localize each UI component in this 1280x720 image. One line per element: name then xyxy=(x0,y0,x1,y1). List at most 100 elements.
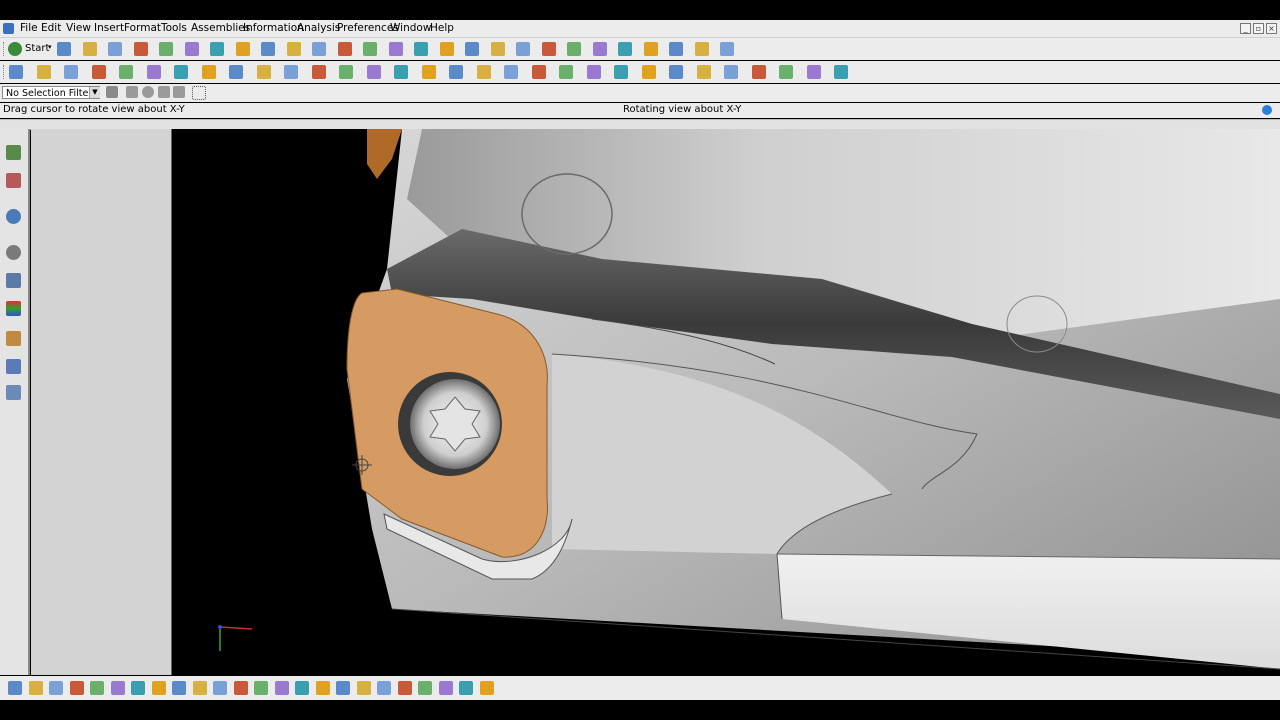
snap-icon[interactable] xyxy=(151,681,166,695)
center-icon[interactable] xyxy=(274,681,289,695)
select-all-icon[interactable] xyxy=(192,86,206,100)
feature-icon[interactable] xyxy=(146,65,161,79)
type-filter-icon[interactable] xyxy=(106,86,118,98)
revolve-icon[interactable] xyxy=(91,65,106,79)
snap2-icon[interactable] xyxy=(172,681,186,695)
redo-icon[interactable] xyxy=(235,42,250,56)
cone-icon[interactable] xyxy=(229,65,243,79)
menu-information[interactable]: Information xyxy=(243,22,304,34)
menu-analysis[interactable]: Analysis xyxy=(297,22,340,34)
process-studio-icon[interactable] xyxy=(6,385,21,400)
folder-icon[interactable] xyxy=(28,681,43,695)
menu-file[interactable]: File xyxy=(20,22,38,34)
measure-icon[interactable] xyxy=(694,42,709,56)
block-icon[interactable] xyxy=(174,65,188,79)
cut-icon[interactable] xyxy=(133,42,148,56)
menu-assemblies[interactable]: Assemblies xyxy=(191,22,250,34)
zoom-box-icon[interactable] xyxy=(337,42,352,56)
sketch-icon[interactable] xyxy=(49,681,63,695)
menu-tools[interactable]: Tools xyxy=(161,22,187,34)
save-icon[interactable] xyxy=(108,42,122,56)
graphics-viewport[interactable] xyxy=(172,129,1280,675)
filter-icon[interactable] xyxy=(158,86,170,98)
menu-insert[interactable]: Insert xyxy=(94,22,124,34)
chevron-down-icon[interactable]: ▾ xyxy=(48,43,52,51)
layer-icon[interactable] xyxy=(110,681,125,695)
line-icon[interactable] xyxy=(421,65,436,79)
tangent-icon[interactable] xyxy=(377,681,391,695)
cylinder-icon[interactable] xyxy=(201,65,216,79)
sphere-icon[interactable] xyxy=(256,65,271,79)
menu-edit[interactable]: Edit xyxy=(41,22,61,34)
arc-icon[interactable] xyxy=(449,65,463,79)
extrude-icon[interactable] xyxy=(64,65,78,79)
existing-icon[interactable] xyxy=(459,681,473,695)
arc-icon[interactable] xyxy=(356,681,371,695)
mid-icon[interactable] xyxy=(213,681,227,695)
pocket-icon[interactable] xyxy=(339,65,353,79)
undo-icon[interactable] xyxy=(126,86,138,98)
menu-window[interactable]: Window xyxy=(390,22,431,34)
point-icon[interactable] xyxy=(131,681,145,695)
camera-icon[interactable] xyxy=(541,42,556,56)
constraint-navigator-icon[interactable] xyxy=(6,173,21,188)
face-icon[interactable] xyxy=(438,681,453,695)
palette-icon[interactable] xyxy=(6,301,21,316)
menu-help[interactable]: Help xyxy=(430,22,454,34)
shell-icon[interactable] xyxy=(724,65,738,79)
history-icon[interactable] xyxy=(6,245,21,260)
snap2-icon[interactable] xyxy=(643,42,658,56)
close-icon[interactable]: × xyxy=(1266,23,1277,34)
quadrant-icon[interactable] xyxy=(295,681,309,695)
system-materials-icon[interactable] xyxy=(6,273,21,288)
on-curve-icon[interactable] xyxy=(315,681,330,695)
snap-icon[interactable] xyxy=(618,42,632,56)
pole-icon[interactable] xyxy=(397,681,412,695)
select-icon[interactable] xyxy=(261,42,275,56)
render-style-icon[interactable] xyxy=(465,42,479,56)
boss-icon[interactable] xyxy=(284,65,298,79)
datum-icon[interactable] xyxy=(36,65,51,79)
paste-icon[interactable] xyxy=(184,42,199,56)
pan-icon[interactable] xyxy=(414,42,428,56)
trim-body-icon[interactable] xyxy=(641,65,656,79)
open-folder-icon[interactable] xyxy=(82,42,97,56)
surface-icon[interactable] xyxy=(559,65,573,79)
menu-view[interactable]: View xyxy=(66,22,91,34)
pad-icon[interactable] xyxy=(311,65,326,79)
snap3-icon[interactable] xyxy=(192,681,207,695)
minimize-icon[interactable]: _ xyxy=(1240,23,1251,34)
zoom-icon[interactable] xyxy=(363,42,377,56)
web-browser-icon[interactable] xyxy=(6,209,21,224)
layer-icon[interactable] xyxy=(142,86,154,98)
fit-icon[interactable] xyxy=(312,42,326,56)
reset-icon[interactable] xyxy=(173,86,185,98)
sew-icon[interactable] xyxy=(586,65,601,79)
curve-icon[interactable] xyxy=(476,65,491,79)
cube-view-icon[interactable] xyxy=(516,42,530,56)
refresh-icon[interactable] xyxy=(286,42,301,56)
groove-icon[interactable] xyxy=(394,65,408,79)
roles-icon[interactable] xyxy=(6,331,21,346)
start-icon[interactable] xyxy=(8,42,22,56)
select-icon[interactable] xyxy=(8,681,22,695)
sketch-icon[interactable] xyxy=(9,65,23,79)
point-icon[interactable] xyxy=(592,42,607,56)
blend-icon[interactable] xyxy=(669,65,683,79)
view-icon[interactable] xyxy=(69,681,84,695)
copy-icon[interactable] xyxy=(159,42,173,56)
color-icon[interactable] xyxy=(834,65,848,79)
toolbar-grip[interactable] xyxy=(3,42,7,56)
restore-icon[interactable]: ▫ xyxy=(1253,23,1264,34)
draft-icon[interactable] xyxy=(751,65,766,79)
selection-filter-dropdown[interactable]: No Selection Filter xyxy=(2,86,100,99)
toolbar-grip[interactable] xyxy=(3,65,7,79)
hole-icon[interactable] xyxy=(119,65,133,79)
snap-view-icon[interactable] xyxy=(439,42,454,56)
pattern-icon[interactable] xyxy=(779,65,793,79)
snap3-icon[interactable] xyxy=(669,42,683,56)
orient-icon[interactable] xyxy=(490,42,505,56)
shade-icon[interactable] xyxy=(90,681,104,695)
slot-icon[interactable] xyxy=(366,65,381,79)
chevron-down-icon[interactable]: ▼ xyxy=(89,87,100,98)
